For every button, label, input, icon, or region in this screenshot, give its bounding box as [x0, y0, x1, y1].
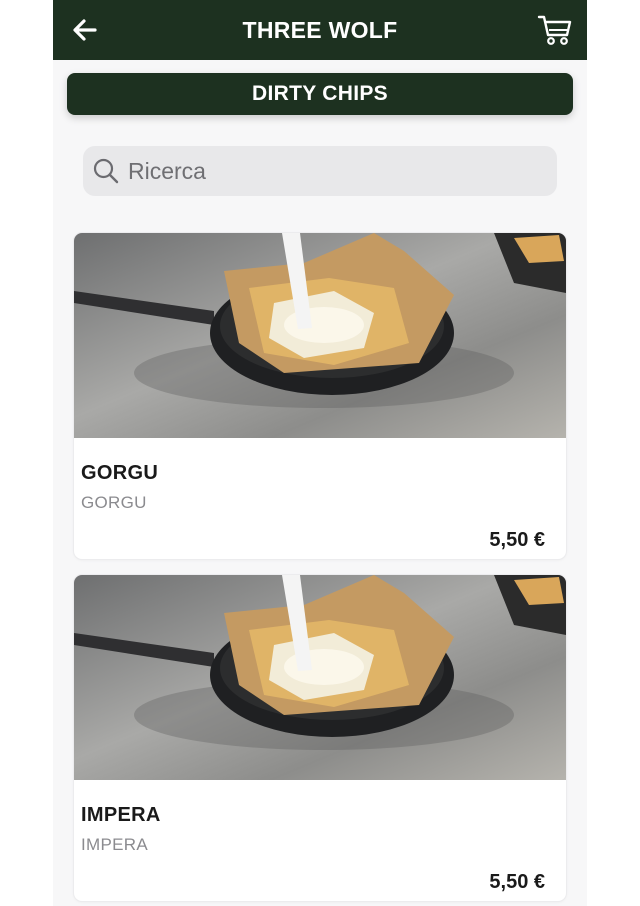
product-name: GORGU [81, 462, 159, 484]
product-price: 5,50 € [489, 871, 545, 893]
product-image [74, 575, 566, 780]
category-title: DIRTY CHIPS [67, 73, 573, 115]
product-description: IMPERA [81, 835, 148, 854]
app-title: THREE WOLF [242, 16, 398, 43]
top-app-bar: THREE WOLF [53, 0, 587, 60]
product-card[interactable]: IMPERA IMPERA 5,50 € [74, 575, 566, 901]
product-name: IMPERA [81, 804, 161, 826]
app-screen: THREE WOLF DIRTY CHIPS Ricerca GORGU GOR… [53, 0, 587, 906]
product-card[interactable]: GORGU GORGU 5,50 € [74, 233, 566, 559]
back-button[interactable] [69, 14, 101, 46]
cart-button[interactable] [537, 12, 573, 48]
shopping-cart-icon [537, 15, 572, 45]
product-image [74, 233, 566, 438]
search-bar[interactable] [83, 146, 557, 196]
arrow-left-icon [73, 19, 97, 41]
product-price: 5,50 € [489, 529, 545, 551]
search-input[interactable] [126, 156, 530, 186]
search-icon [92, 157, 120, 185]
product-description: GORGU [81, 493, 147, 512]
